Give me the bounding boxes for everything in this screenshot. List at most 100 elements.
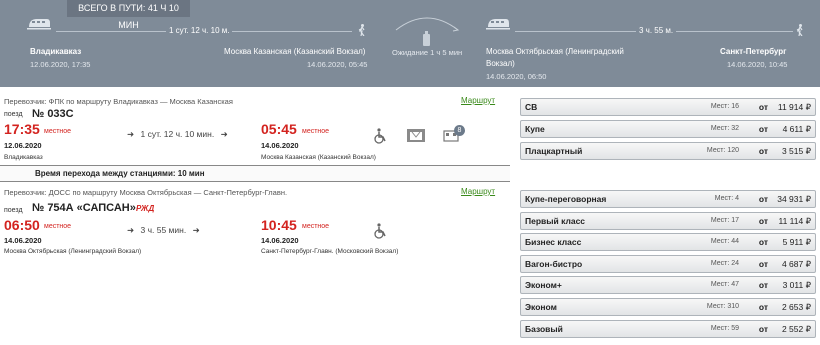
train-number: № 033С bbox=[32, 108, 74, 120]
departure-time: 06:50 bbox=[4, 217, 40, 233]
seat-class-row[interactable]: Первый класс Мест: 17 от 11 114 ₽ bbox=[520, 211, 816, 230]
walking-icon bbox=[796, 24, 804, 39]
route-summary-header: ВСЕГО В ПУТИ: 41 Ч 10 МИН 1 сут. 12 ч. 1… bbox=[0, 0, 820, 87]
train-label: поезд bbox=[4, 207, 23, 214]
arrow-right-icon: ➜ bbox=[127, 129, 135, 139]
local-time-label: местное bbox=[44, 223, 72, 230]
seat-class-name: Первый класс bbox=[525, 215, 586, 226]
seat-price: 2 552 ₽ bbox=[781, 323, 811, 334]
seat-class-row[interactable]: СВ Мест: 16 от 11 914 ₽ bbox=[520, 98, 816, 116]
leg2-from-date: 14.06.2020, 06:50 bbox=[486, 72, 547, 81]
route-link[interactable]: Маршрут bbox=[461, 187, 495, 196]
leg1-from-date: 12.06.2020, 17:35 bbox=[30, 60, 91, 69]
notification-badge: 8 bbox=[454, 125, 465, 136]
price-from-label: от bbox=[758, 302, 768, 312]
price-from-label: от bbox=[758, 146, 768, 156]
price-from-label: от bbox=[758, 215, 768, 226]
seat-class-name: Купе bbox=[525, 124, 545, 134]
arrival-time: 05:45 bbox=[261, 121, 297, 137]
seat-price: 2 653 ₽ bbox=[781, 302, 811, 312]
seats-available: Мест: 16 bbox=[710, 103, 739, 110]
price-from-label: от bbox=[758, 323, 768, 334]
leg2-from-station-line2: Вокзал) bbox=[486, 59, 515, 68]
travel-time: ➜ 1 сут. 12 ч. 10 мин. ➜ bbox=[127, 129, 228, 140]
train-number: № 754А «САПСАН» bbox=[32, 202, 136, 214]
seat-class-row[interactable]: Базовый Мест: 59 от 2 552 ₽ bbox=[520, 319, 816, 338]
leg1-to-date: 14.06.2020, 05:45 bbox=[307, 60, 368, 69]
carrier-info: Перевозчик: ДОСС по маршруту Москва Октя… bbox=[4, 188, 288, 197]
price-from-label: от bbox=[758, 102, 768, 112]
seat-price: 3 515 ₽ bbox=[781, 146, 811, 156]
seats-available: Мест: 120 bbox=[706, 147, 739, 154]
price-from-label: от bbox=[758, 194, 768, 204]
seats-available: Мест: 47 bbox=[710, 281, 739, 289]
seat-class-row[interactable]: Плацкартный Мест: 120 от 3 515 ₽ bbox=[520, 142, 816, 160]
seats-available: Мест: 17 bbox=[710, 216, 739, 224]
transfer-wait: Ожидание 1 ч 5 мин bbox=[392, 48, 463, 57]
wheelchair-icon bbox=[374, 223, 386, 239]
seat-price: 5 911 ₽ bbox=[782, 237, 811, 248]
leg2-from-station-line1: Москва Октябрьская (Ленинградский bbox=[486, 47, 624, 56]
carrier-info: Перевозчик: ФПК по маршруту Владикавказ … bbox=[4, 97, 233, 106]
price-from-label: от bbox=[758, 258, 768, 269]
seat-price: 3 011 ₽ bbox=[782, 280, 811, 291]
price-from-label: от bbox=[758, 124, 768, 134]
leg1-duration: 1 сут. 12 ч. 10 м. bbox=[166, 26, 233, 35]
seat-price: 34 931 ₽ bbox=[777, 194, 811, 204]
departure-time: 17:35 bbox=[4, 121, 40, 137]
arrival-station: Москва Казанская (Казанский Вокзал) bbox=[261, 154, 376, 161]
rzd-logo: РЖД bbox=[136, 204, 155, 213]
price-from-label: от bbox=[758, 280, 768, 291]
seat-class-name: Базовый bbox=[525, 323, 563, 334]
route-link[interactable]: Маршрут bbox=[461, 96, 495, 105]
seat-class-name: Бизнес класс bbox=[525, 237, 582, 248]
local-time-label: местное bbox=[44, 128, 72, 135]
departure-date: 14.06.2020 bbox=[4, 236, 42, 245]
arrival-date: 14.06.2020 bbox=[261, 236, 299, 245]
seat-class-row[interactable]: Бизнес класс Мест: 44 от 5 911 ₽ bbox=[520, 233, 816, 252]
departure-station: Владикавказ bbox=[4, 154, 43, 161]
wheelchair-icon bbox=[374, 128, 386, 144]
seat-price: 4 687 ₽ bbox=[781, 258, 811, 269]
seat-price: 4 611 ₽ bbox=[782, 124, 811, 134]
seat-class-name: Эконом bbox=[525, 302, 557, 312]
arrival-station: Санкт-Петербург-Главн. (Московский Вокза… bbox=[261, 248, 399, 255]
leg1-to-station: Москва Казанская (Казанский Вокзал) bbox=[224, 47, 366, 56]
leg1-from-station: Владикавказ bbox=[30, 47, 82, 56]
seats-available: Мест: 59 bbox=[710, 324, 739, 332]
seat-class-row[interactable]: Эконом Мест: 310 от 2 653 ₽ bbox=[520, 298, 816, 316]
train-label: поезд bbox=[4, 111, 23, 118]
arrival-time: 10:45 bbox=[261, 217, 297, 233]
seat-class-row[interactable]: Купе-переговорная Мест: 4 от 34 931 ₽ bbox=[520, 190, 816, 208]
arrival-date: 14.06.2020 bbox=[261, 141, 299, 150]
seat-class-row[interactable]: Эконом+ Мест: 47 от 3 011 ₽ bbox=[520, 276, 816, 295]
arrow-right-icon: ➜ bbox=[192, 225, 200, 235]
seat-class-name: Купе-переговорная bbox=[525, 194, 607, 204]
seat-class-name: Вагон-бистро bbox=[525, 258, 583, 269]
travel-time-value: 1 сут. 12 ч. 10 мин. bbox=[140, 129, 215, 139]
seats-available: Мест: 24 bbox=[710, 259, 739, 267]
seat-class-row[interactable]: Купе Мест: 32 от 4 611 ₽ bbox=[520, 120, 816, 138]
travel-time-value: 3 ч. 55 мин. bbox=[140, 225, 187, 235]
leg2-to-station: Санкт-Петербург bbox=[720, 47, 787, 56]
seats-available: Мест: 32 bbox=[710, 125, 739, 132]
local-time-label: местное bbox=[302, 128, 330, 135]
local-time-label: местное bbox=[302, 223, 330, 230]
train-icon bbox=[486, 15, 510, 34]
seats-available: Мест: 44 bbox=[710, 238, 739, 246]
train-icon bbox=[27, 15, 51, 34]
transfer-arc-icon bbox=[395, 17, 460, 46]
leg2-duration: 3 ч. 55 м. bbox=[636, 26, 677, 35]
seat-price: 11 914 ₽ bbox=[777, 102, 811, 112]
travel-time: ➜ 3 ч. 55 мин. ➜ bbox=[127, 225, 200, 236]
arrow-right-icon: ➜ bbox=[220, 129, 228, 139]
seat-class-name: Плацкартный bbox=[525, 146, 583, 156]
seat-class-name: Эконом+ bbox=[525, 280, 562, 291]
price-from-label: от bbox=[758, 237, 768, 248]
seat-class-row[interactable]: Вагон-бистро Мест: 24 от 4 687 ₽ bbox=[520, 254, 816, 273]
departure-station: Москва Октябрьская (Ленинградский Вокзал… bbox=[4, 248, 142, 255]
transfer-time-bar: Время перехода между станциями: 10 мин bbox=[0, 165, 510, 182]
seat-price: 11 114 ₽ bbox=[778, 215, 811, 226]
bedding-icon bbox=[407, 129, 425, 142]
leg2-to-date: 14.06.2020, 10:45 bbox=[727, 60, 788, 69]
